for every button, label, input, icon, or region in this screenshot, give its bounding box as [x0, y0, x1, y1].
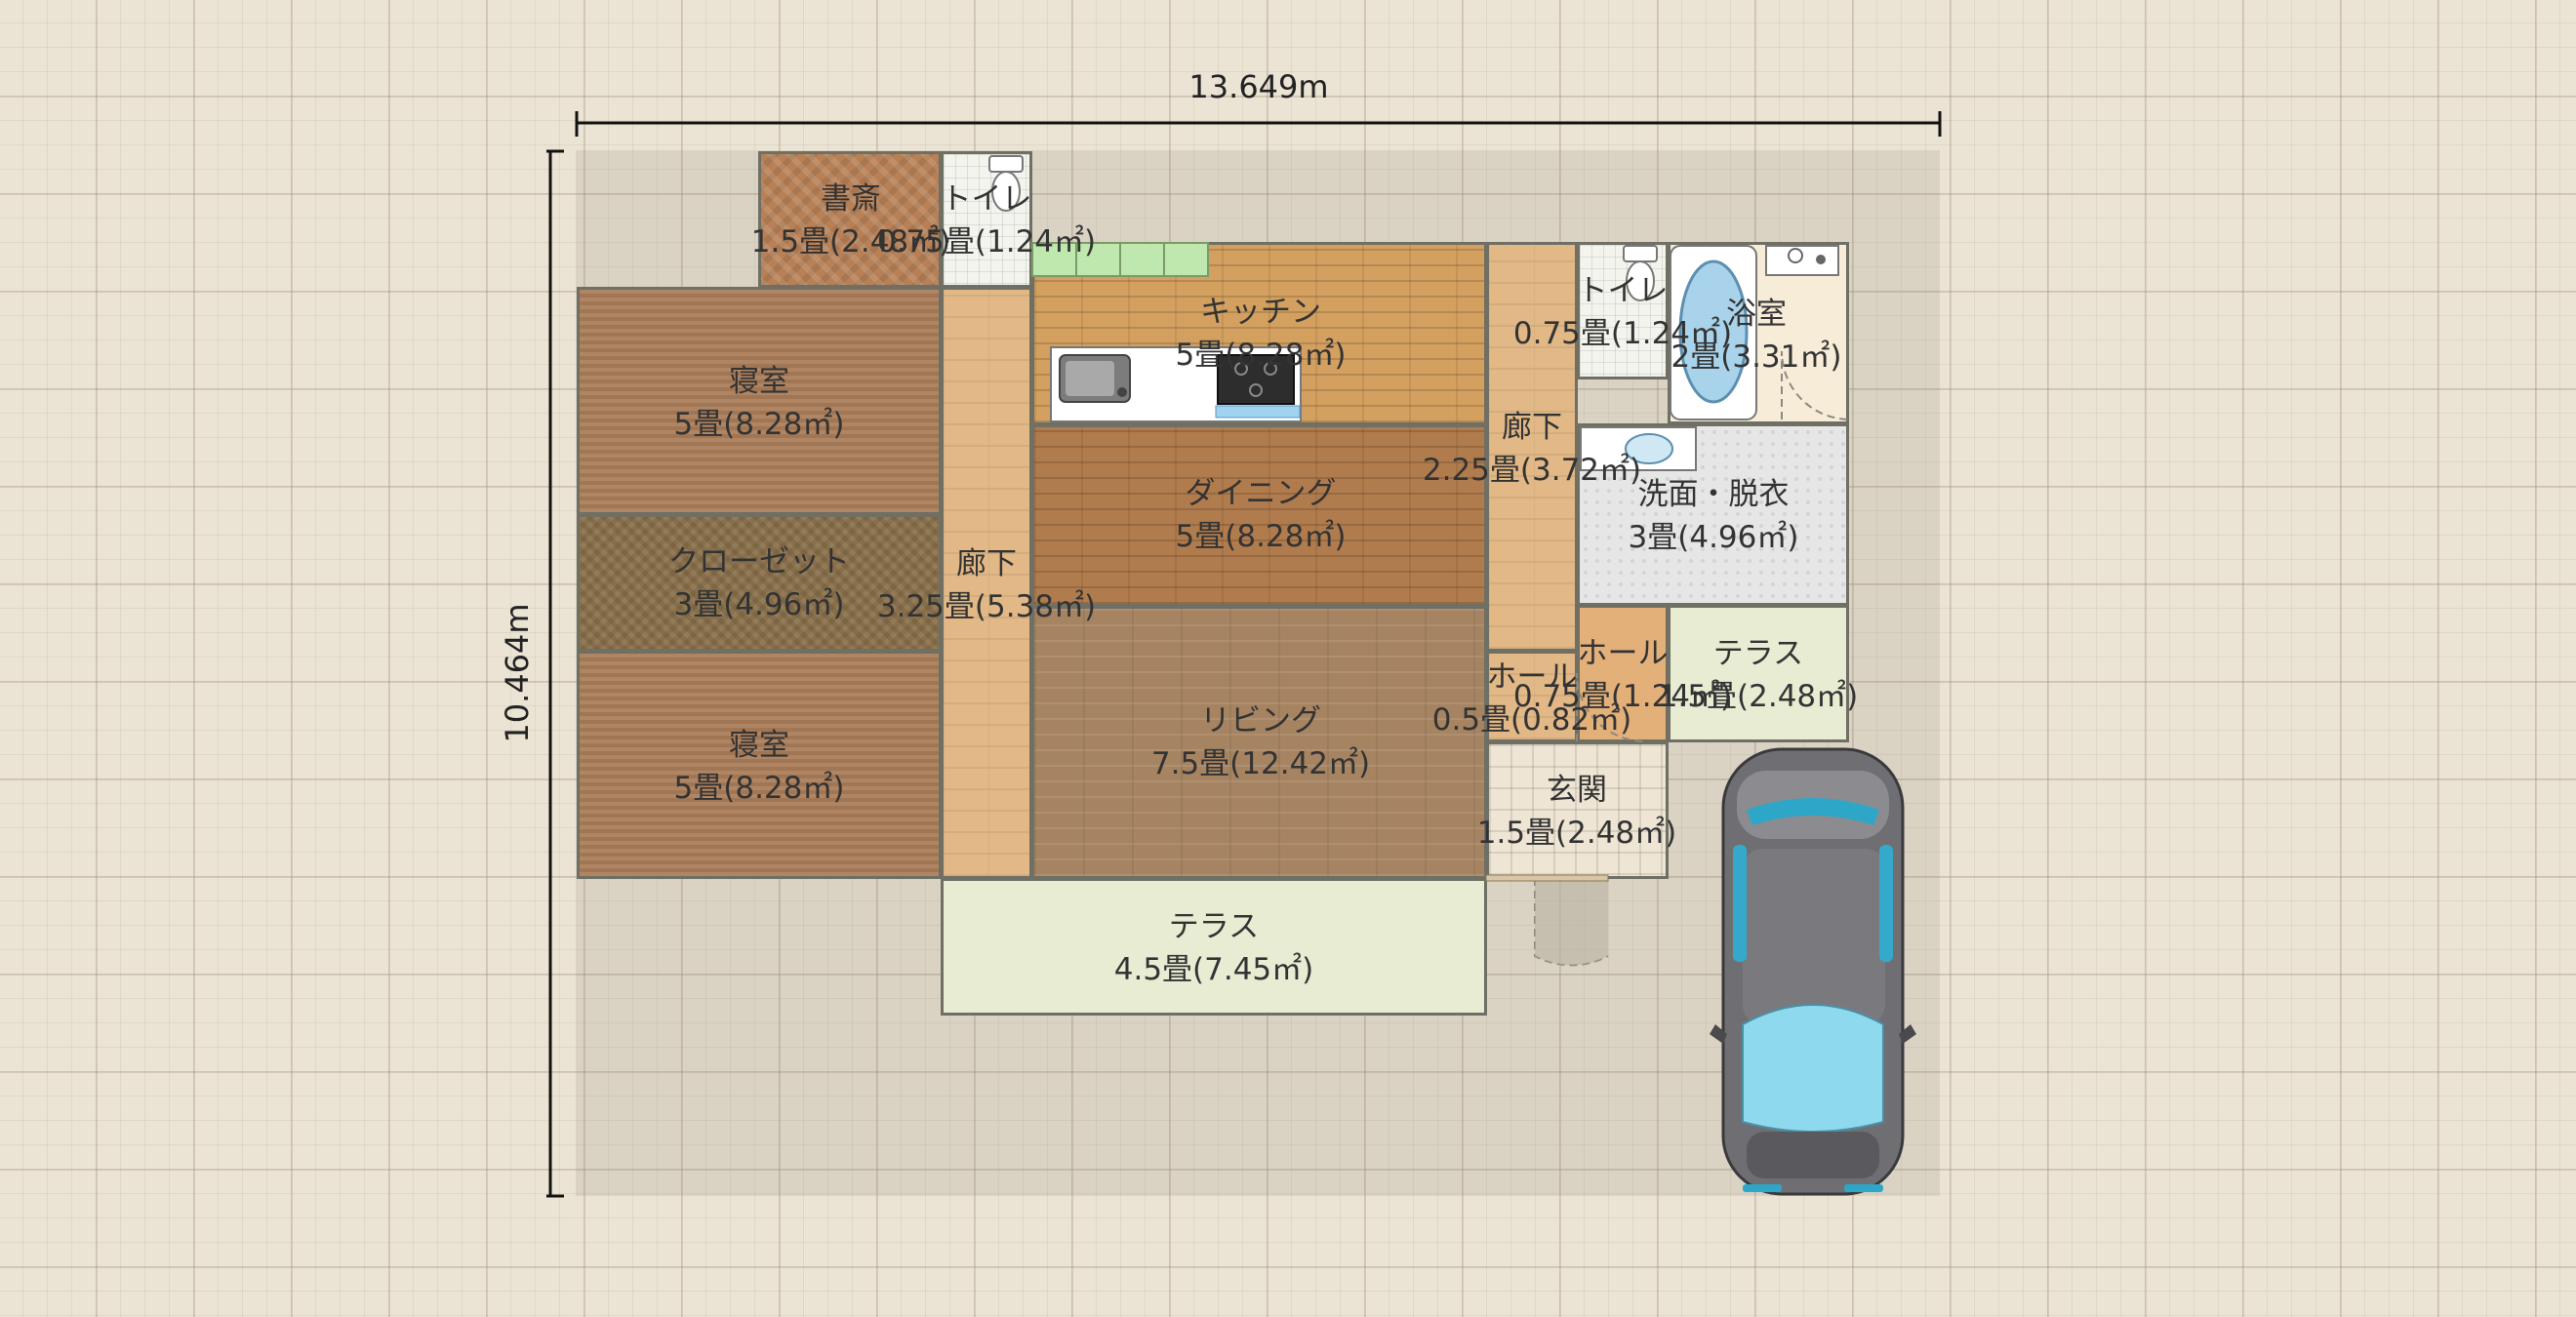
room-bedroom-1[interactable] — [577, 287, 942, 515]
room-terrace-small[interactable] — [1668, 605, 1849, 742]
room-study[interactable] — [758, 151, 942, 288]
room-kitchen[interactable] — [1031, 242, 1487, 425]
height-dimension-label: 10.464m — [499, 603, 536, 743]
room-bedroom-2[interactable] — [577, 651, 942, 879]
room-washroom[interactable] — [1577, 423, 1849, 606]
room-terrace-big[interactable] — [941, 878, 1487, 1016]
width-dimension-label: 13.649m — [1188, 68, 1329, 105]
room-corridor-1[interactable] — [941, 287, 1032, 879]
room-hall-1[interactable] — [1486, 651, 1578, 742]
room-hall-2[interactable] — [1577, 605, 1669, 742]
room-corridor-2[interactable] — [1486, 242, 1578, 652]
room-entrance[interactable] — [1486, 741, 1669, 879]
room-closet[interactable] — [577, 514, 942, 652]
room-living[interactable] — [1031, 606, 1487, 879]
room-dining[interactable] — [1031, 424, 1487, 607]
room-toilet-2[interactable] — [1577, 242, 1669, 379]
room-bath[interactable] — [1668, 242, 1849, 424]
room-toilet-1[interactable] — [941, 151, 1032, 288]
